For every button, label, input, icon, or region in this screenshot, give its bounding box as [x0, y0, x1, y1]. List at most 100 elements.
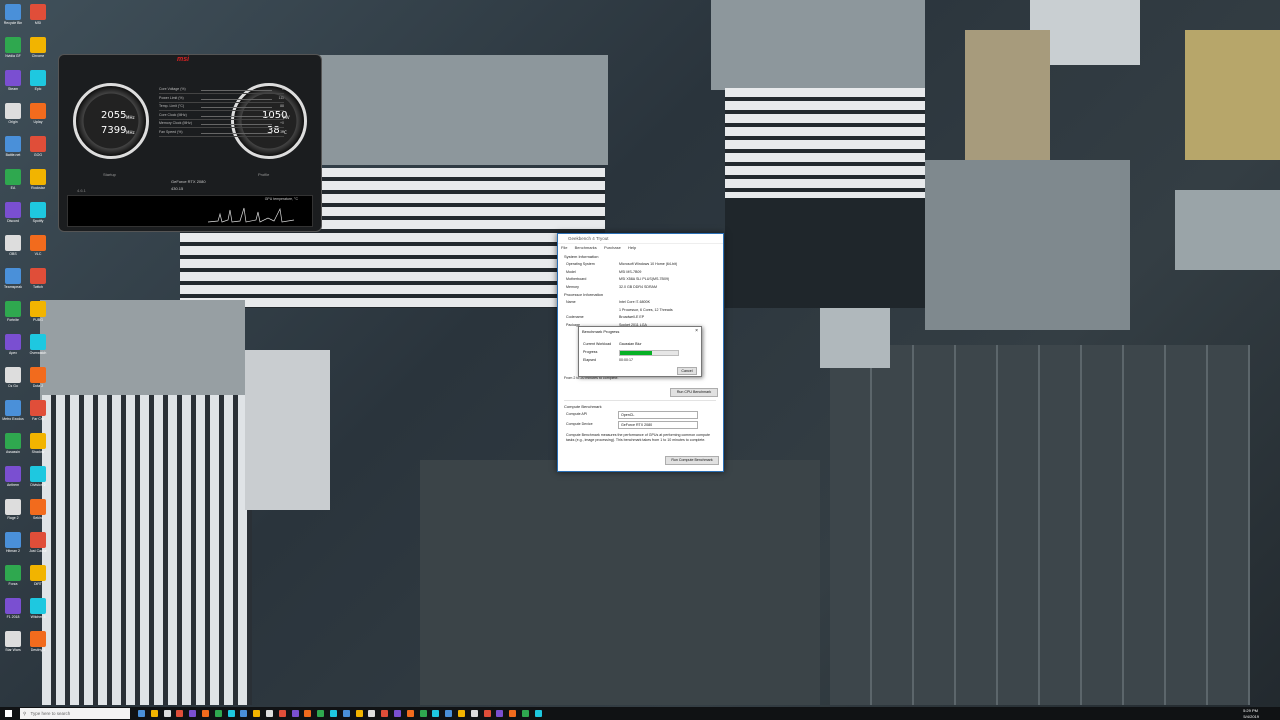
taskbar-app-icon[interactable]	[253, 710, 261, 717]
taskbar-app-icon[interactable]	[432, 710, 440, 717]
slider-track[interactable]	[201, 115, 272, 117]
taskbar-app-icon[interactable]	[189, 710, 197, 717]
desktop-icon[interactable]: Origin	[5, 103, 21, 124]
taskbar-app-icon[interactable]	[355, 710, 363, 717]
desktop-icon[interactable]: PUBG	[30, 301, 46, 322]
desktop-icon[interactable]: Apex	[5, 334, 21, 355]
desktop-icon[interactable]: Steam	[5, 70, 21, 91]
taskbar-app-icon[interactable]	[330, 710, 337, 717]
desktop-icon[interactable]: Chrome	[30, 37, 46, 58]
desktop-icon[interactable]: Metro Exodus	[2, 400, 24, 421]
slider-track[interactable]	[201, 98, 272, 100]
desktop-icon[interactable]: Spotify	[30, 202, 46, 223]
desktop-icon[interactable]: Rockstar	[30, 169, 46, 190]
taskbar-app-icon[interactable]	[509, 710, 517, 717]
desktop-icon[interactable]: Epic	[30, 70, 46, 91]
taskbar-app-icon[interactable]	[445, 710, 453, 717]
desktop-icon[interactable]: Rage 2	[5, 499, 21, 520]
compute-device-select[interactable]: GeForce RTX 2080	[618, 421, 698, 429]
slider-row[interactable]: Temp. Limit (°C) 88	[159, 104, 284, 111]
desktop-icon[interactable]: Witcher 3	[30, 598, 46, 619]
taskbar-app-icon[interactable]	[381, 710, 389, 717]
taskbar-app-icon[interactable]	[470, 710, 478, 717]
close-icon[interactable]: ×	[695, 328, 698, 334]
cancel-button[interactable]: Cancel	[677, 367, 697, 375]
slider-row[interactable]: Fan Speed (%) 38	[159, 130, 284, 137]
taskbar-app-icon[interactable]	[458, 710, 465, 717]
menu-purchase[interactable]: Purchase	[604, 245, 621, 250]
desktop-icon[interactable]: Uplay	[30, 103, 46, 124]
taskbar-app-icon[interactable]	[419, 710, 427, 717]
taskbar-app-icon[interactable]	[240, 710, 248, 717]
menu-file[interactable]: File	[561, 245, 567, 250]
desktop-icon[interactable]: DiRT	[30, 565, 46, 586]
start-button[interactable]	[5, 710, 12, 717]
desktop-icon[interactable]: Destiny 2	[30, 631, 46, 652]
desktop-icon[interactable]: Discord	[5, 202, 21, 223]
desktop-icon[interactable]: Far Cry	[30, 400, 46, 421]
desktop-icon[interactable]: Twitch	[30, 268, 46, 289]
desktop-icon[interactable]: Forza	[5, 565, 21, 586]
desktop-icon[interactable]: Hitman 2	[5, 532, 21, 553]
desktop-icon[interactable]: Shadow	[30, 433, 46, 454]
startup-label[interactable]: Startup	[103, 172, 116, 177]
desktop-icon[interactable]: Dota 2	[30, 367, 46, 388]
run-cpu-benchmark-button[interactable]: Run CPU Benchmark	[670, 388, 718, 397]
taskbar-app-icon[interactable]	[496, 710, 504, 717]
taskbar-app-icon[interactable]	[227, 710, 235, 717]
desktop-icon[interactable]: GOG	[30, 136, 46, 157]
slider-row[interactable]: Power Limit (%) 111	[159, 96, 284, 103]
taskbar-app-icon[interactable]	[278, 710, 286, 717]
desktop-icon[interactable]: Cs Go	[5, 367, 21, 388]
desktop-icon[interactable]: F1 2018	[5, 598, 21, 619]
slider-row[interactable]: Core Clock (MHz) +0	[159, 113, 284, 120]
desktop-icon[interactable]: Recycle Bin	[4, 4, 22, 25]
desktop-icon[interactable]: Fortnite	[5, 301, 21, 322]
desktop-icon[interactable]: VLC	[30, 235, 46, 256]
taskbar-app-icon[interactable]	[163, 710, 171, 717]
desktop-icon[interactable]: EA	[5, 169, 21, 190]
taskbar-app-icon[interactable]	[304, 710, 312, 717]
taskbar-app-icon[interactable]	[266, 710, 273, 717]
desktop-icon[interactable]: OBS	[5, 235, 21, 256]
taskbar-app-icon[interactable]	[176, 710, 184, 717]
desktop-icon[interactable]: Teamspeak	[4, 268, 22, 289]
menu-help[interactable]: Help	[628, 245, 636, 250]
taskbar-app-icon[interactable]	[406, 710, 414, 717]
search-box[interactable]: ⚲ Type here to search	[20, 708, 130, 719]
desktop-icon[interactable]: Sekiro	[30, 499, 46, 520]
taskbar-app-icon[interactable]	[394, 710, 401, 717]
compute-api-select[interactable]: OpenCL	[618, 411, 698, 419]
desktop-icon[interactable]: Nvidia GF	[5, 37, 21, 58]
slider-track[interactable]	[201, 90, 272, 91]
taskbar-app-icon[interactable]	[214, 710, 222, 717]
slider-row[interactable]: Core Voltage (%) 0	[159, 87, 284, 94]
desktop-icon[interactable]: Anthem	[5, 466, 21, 487]
taskbar-app-icon[interactable]	[368, 710, 376, 717]
taskbar-app-icon[interactable]	[522, 710, 529, 717]
profile-label[interactable]: Profile	[258, 172, 269, 177]
taskbar-app-icon[interactable]	[150, 710, 158, 717]
taskbar-app-icon[interactable]	[317, 710, 325, 717]
desktop-icon[interactable]: Overwatch	[30, 334, 46, 355]
slider-track[interactable]	[201, 132, 272, 134]
taskbar-app-icon[interactable]	[138, 710, 145, 717]
taskbar-app-icon[interactable]	[534, 710, 542, 717]
clock-date[interactable]: 5/4/2019	[1243, 714, 1259, 719]
clock-time[interactable]: 5:29 PM	[1243, 708, 1258, 713]
taskbar-app-icon[interactable]	[291, 710, 299, 717]
run-compute-benchmark-button[interactable]: Run Compute Benchmark	[665, 456, 719, 465]
desktop-icon[interactable]: Battle.net	[5, 136, 21, 157]
menu-benchmarks[interactable]: Benchmarks	[575, 245, 597, 250]
desktop-icon[interactable]: MSI	[30, 4, 46, 25]
desktop-icon[interactable]: Just Cause	[29, 532, 47, 553]
desktop-icon[interactable]: Assassin	[5, 433, 21, 454]
taskbar-app-icon[interactable]	[342, 710, 350, 717]
slider-track[interactable]	[201, 107, 272, 108]
desktop-icon[interactable]: Star Wars	[5, 631, 21, 652]
desktop-icon[interactable]: Division 2	[30, 466, 46, 487]
taskbar-app-icon[interactable]	[483, 710, 491, 717]
slider-track[interactable]	[201, 124, 272, 125]
slider-row[interactable]: Memory Clock (MHz) +0	[159, 121, 284, 128]
taskbar-app-icon[interactable]	[202, 710, 209, 717]
